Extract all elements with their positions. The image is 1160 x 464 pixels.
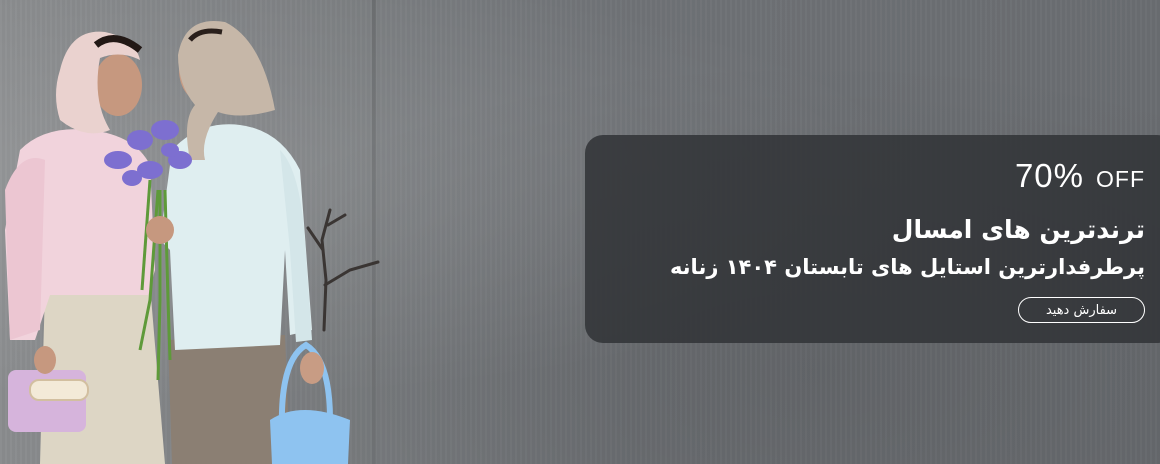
discount-badge: 70% OFF (1015, 157, 1145, 195)
discount-value: 70% (1014, 157, 1084, 194)
branch-icon (306, 208, 380, 332)
promo-subheadline: پرطرفدارترین استایل های تابستان ۱۴۰۴ زنا… (669, 255, 1145, 279)
small-bag-icon (8, 370, 89, 432)
promo-banner[interactable]: 70% OFF ترندترین های امسال پرطرفدارترین … (0, 0, 1160, 464)
promo-panel: 70% OFF ترندترین های امسال پرطرفدارترین … (585, 135, 1160, 343)
model-left-face (94, 54, 142, 116)
models-photo (5, 20, 380, 464)
promo-headline: ترندترین های امسال (891, 215, 1145, 244)
order-button[interactable]: سفارش دهید (1018, 297, 1145, 323)
discount-off-label: OFF (1096, 166, 1145, 192)
